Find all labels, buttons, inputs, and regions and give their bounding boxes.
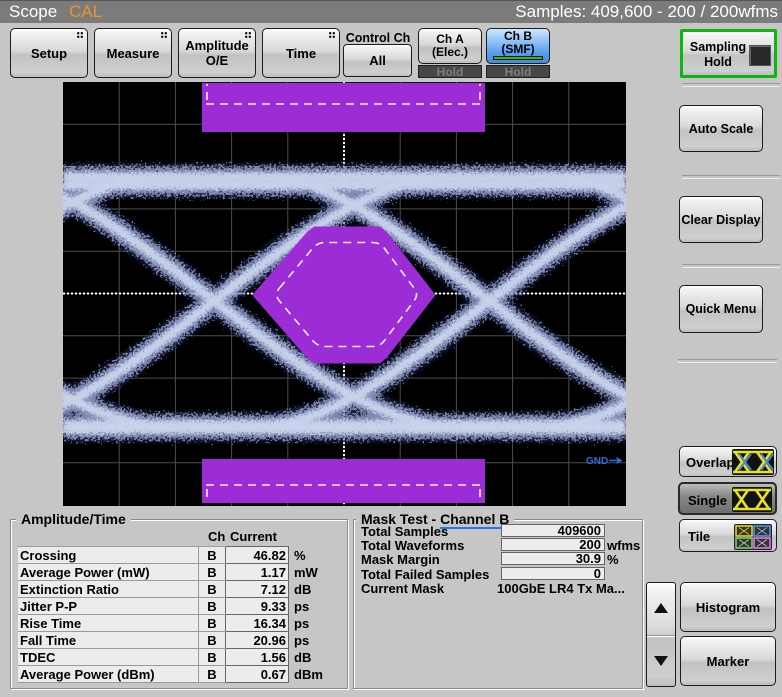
svg-text:GND: GND — [586, 456, 608, 467]
